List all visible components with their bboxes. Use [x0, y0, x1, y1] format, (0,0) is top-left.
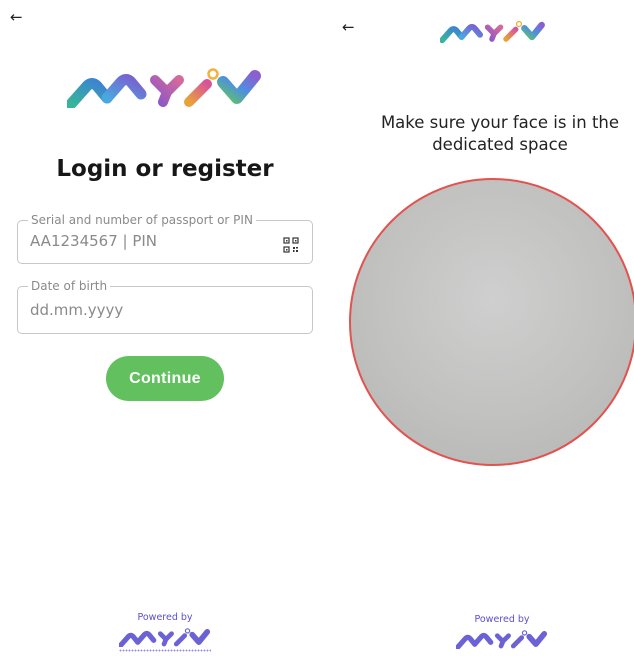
document-input[interactable]: AA1234567 | PIN: [30, 232, 157, 250]
continue-button[interactable]: Continue: [106, 356, 224, 401]
birth-date-field[interactable]: Date of birth dd.mm.yyyy: [17, 279, 313, 334]
powered-by-footer: Powered by: [100, 612, 230, 652]
qr-code-icon[interactable]: [283, 237, 299, 253]
powered-by-logo: [437, 629, 567, 649]
brand-logo: [67, 66, 263, 108]
powered-by-label: Powered by: [474, 614, 530, 625]
face-instruction: Make sure your face is in the dedicated …: [380, 113, 620, 154]
powered-by-label: Powered by: [137, 612, 193, 623]
birth-date-label: Date of birth: [28, 279, 111, 293]
powered-by-footer: Powered by: [437, 614, 567, 649]
powered-by-logo: [100, 627, 230, 647]
face-capture-screen: ← Make sure your face is in the dedicate…: [330, 0, 634, 656]
birth-date-input[interactable]: dd.mm.yyyy: [30, 301, 123, 319]
face-frame: [349, 178, 634, 466]
document-field[interactable]: Serial and number of passport or PIN AA1…: [17, 213, 313, 264]
back-arrow-icon[interactable]: ←: [10, 10, 23, 25]
brand-logo: [440, 19, 546, 43]
login-screen: ← Login or register Serial and number of…: [0, 0, 330, 656]
powered-by-tagline: [119, 649, 211, 652]
back-arrow-icon[interactable]: ←: [342, 20, 355, 35]
page-title: Login or register: [56, 156, 274, 182]
document-field-label: Serial and number of passport or PIN: [28, 213, 256, 227]
